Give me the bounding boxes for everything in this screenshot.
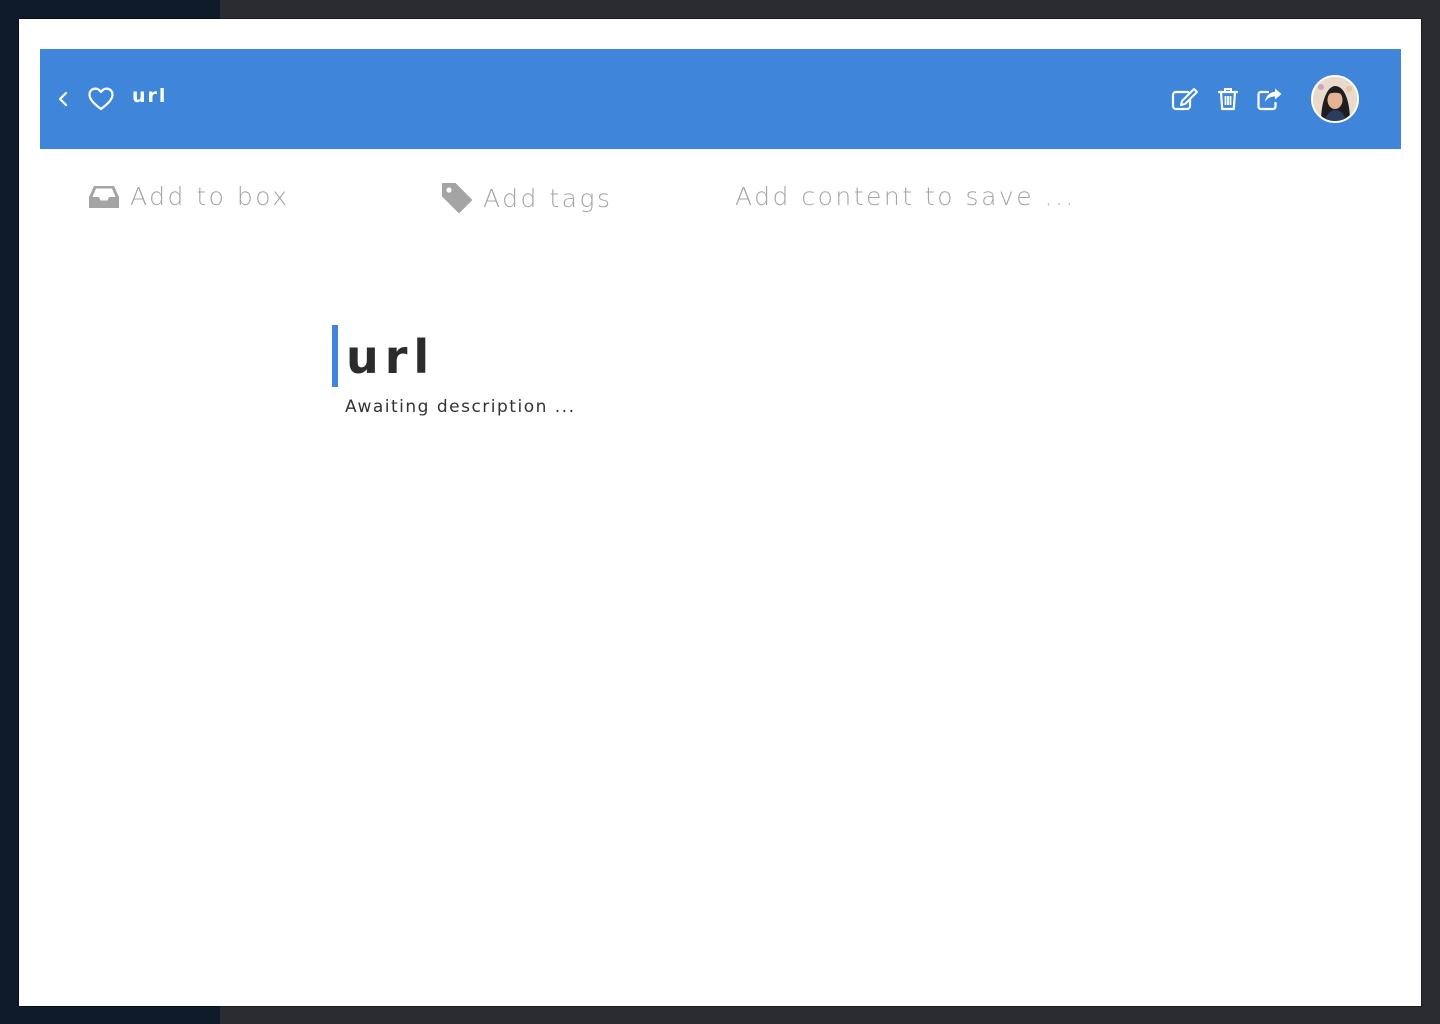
note-modal: url Add to box Add tags Add content to s… bbox=[19, 19, 1421, 1006]
add-tags-button[interactable]: Add tags bbox=[441, 182, 613, 214]
chevron-left-icon bbox=[58, 91, 68, 107]
share-button[interactable] bbox=[1256, 86, 1284, 112]
edit-icon bbox=[1171, 88, 1198, 111]
add-content-placeholder: Add content to save ... bbox=[735, 182, 1076, 211]
title-accent-bar bbox=[332, 325, 338, 387]
avatar-photo bbox=[1313, 77, 1357, 121]
heart-outline-icon bbox=[88, 87, 114, 111]
add-tags-label: Add tags bbox=[483, 183, 613, 213]
note-description[interactable]: Awaiting description ... bbox=[345, 397, 575, 417]
favorite-button[interactable] bbox=[87, 86, 115, 112]
tag-icon bbox=[442, 183, 472, 213]
back-button[interactable] bbox=[56, 87, 72, 111]
note-title[interactable]: url bbox=[346, 327, 435, 387]
trash-icon bbox=[1217, 88, 1239, 111]
user-avatar[interactable] bbox=[1311, 75, 1359, 123]
add-content-input[interactable]: Add content to save ... bbox=[735, 182, 1076, 211]
edit-button[interactable] bbox=[1171, 86, 1199, 112]
header-title: url bbox=[132, 85, 168, 107]
share-icon bbox=[1257, 88, 1282, 111]
delete-button[interactable] bbox=[1216, 86, 1240, 112]
inbox-icon bbox=[89, 185, 119, 208]
add-to-box-label: Add to box bbox=[130, 182, 290, 211]
add-to-box-button[interactable]: Add to box bbox=[88, 182, 290, 211]
note-header-bar: url bbox=[40, 49, 1401, 149]
